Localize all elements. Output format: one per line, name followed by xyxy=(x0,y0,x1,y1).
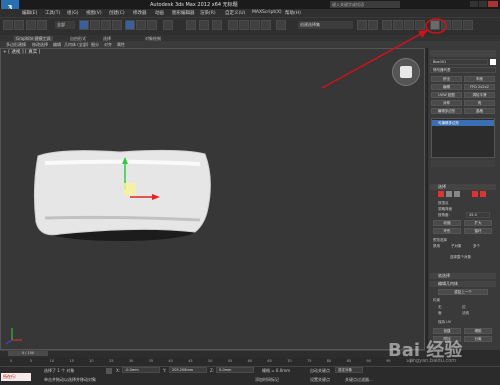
ring-button[interactable]: 环形 xyxy=(433,228,461,234)
annotation-arrow xyxy=(321,29,429,89)
timeline-tick: 65 xyxy=(267,359,272,363)
modifier-symmetry-button[interactable]: 对称 xyxy=(431,100,462,106)
edge-mode-icon[interactable] xyxy=(446,191,452,197)
timeline-tick: 15 xyxy=(69,359,74,363)
command-panel-tabs[interactable] xyxy=(430,50,496,57)
preview-subobject-radio[interactable]: 子对象 xyxy=(451,244,462,249)
selection-status: 选择了 1 个 对象 xyxy=(44,368,75,373)
preview-multi-radio[interactable]: 多个 xyxy=(473,244,480,249)
create-button[interactable]: 创建 xyxy=(433,328,461,334)
selected-set-dropdown[interactable]: 选定对象 xyxy=(335,367,363,373)
detach-button[interactable]: 分离 xyxy=(464,336,492,342)
timeline-tick: 40 xyxy=(168,359,173,363)
time-slider[interactable]: 0 / 100 xyxy=(8,351,48,356)
track-bar[interactable] xyxy=(0,358,425,366)
polygon-mode-icon[interactable] xyxy=(472,191,478,197)
constraint-none-radio[interactable]: 无 xyxy=(438,305,442,310)
y-label: Y: xyxy=(163,368,167,373)
timeline-tick: 85 xyxy=(346,359,352,363)
element-mode-icon[interactable] xyxy=(480,191,486,197)
watermark-url: jingyan.baidu.com xyxy=(410,358,457,364)
selection-rollout[interactable]: 选择 xyxy=(430,184,496,190)
timeline-tick: 0 xyxy=(10,359,13,363)
timeline-tick: 90 xyxy=(366,359,371,363)
constraint-normal-radio[interactable]: 法线 xyxy=(462,311,469,316)
lock-selection-icon[interactable] xyxy=(106,368,112,374)
timeline-tick: 55 xyxy=(227,359,233,363)
timeline-tick: 5 xyxy=(29,359,33,363)
timeline-tick: 45 xyxy=(188,359,193,363)
soft-selection-rollout[interactable]: 软选择 xyxy=(430,273,496,279)
shrink-button[interactable]: 收缩 xyxy=(433,220,461,226)
x-coordinate-field[interactable]: -0.0mm xyxy=(122,367,160,373)
edit-geometry-rollout[interactable]: 编辑几何体 xyxy=(430,281,496,287)
constraint-face-radio[interactable]: 面 xyxy=(438,311,442,316)
timeline-tick: 35 xyxy=(148,359,154,363)
modifier-shell-button[interactable]: 壳 xyxy=(464,100,495,106)
preview-selection-label: 预览选择 xyxy=(433,238,447,242)
angle-value-field[interactable]: 45.0 xyxy=(466,212,490,218)
timeline-tick: 30 xyxy=(128,359,134,363)
ignore-backfacing-checkbox[interactable]: 忽略背面 xyxy=(438,207,452,212)
modifier-extrude-button[interactable]: 挤出 xyxy=(431,76,462,82)
modifier-lathe-button[interactable]: 车削 xyxy=(464,76,495,82)
timeline-tick: 20 xyxy=(89,359,94,363)
repeat-last-button[interactable]: 重复上一个 xyxy=(438,289,488,295)
timeline-tick: 80 xyxy=(326,359,332,363)
y-coordinate-field[interactable]: 205.208mm xyxy=(169,367,207,373)
annotation-overlay xyxy=(321,18,447,89)
timeline-tick: 70 xyxy=(287,359,292,363)
modifier-turbosmooth-button[interactable]: 涡轮平滑 xyxy=(464,92,495,98)
modifier-lattice-button[interactable]: 晶格 xyxy=(464,108,495,114)
collapse-button[interactable]: 塌陷 xyxy=(464,328,492,334)
stack-item-editable-poly[interactable]: 可编辑多边形 xyxy=(432,120,494,126)
preserve-uvs-checkbox[interactable]: 保持 UV xyxy=(438,320,451,325)
x-label: X: xyxy=(116,368,121,373)
timeline-tick: 75 xyxy=(307,359,312,363)
z-label: Z: xyxy=(210,368,215,373)
timeline-tick: 60 xyxy=(247,359,253,363)
maxscript-listener[interactable]: 所在行: xyxy=(1,373,31,381)
modifier-list-dropdown[interactable]: 修改器列表 xyxy=(430,67,496,73)
modifier-edit-poly-button[interactable]: 编辑多边形 xyxy=(431,108,462,114)
modifier-ffd-button[interactable]: FFD 2x2x2 xyxy=(464,84,495,90)
constraint-edge-radio[interactable]: 边 xyxy=(462,305,466,310)
set-key-label[interactable]: 设置关键点 xyxy=(310,377,330,383)
selection-info-text: 选择整个对象 xyxy=(450,255,471,259)
annotation-circle xyxy=(425,18,447,34)
vertex-mode-icon[interactable] xyxy=(438,191,444,197)
modifier-edit-button[interactable]: 编辑 xyxy=(431,84,462,90)
timeline-tick: 50 xyxy=(208,359,213,363)
timeline-tick: 10 xyxy=(49,359,55,363)
grow-button[interactable]: 扩大 xyxy=(464,220,492,226)
z-coordinate-field[interactable]: 0.0mm xyxy=(216,367,254,373)
border-mode-icon[interactable] xyxy=(454,191,460,197)
by-vertex-checkbox[interactable]: 按顶点 xyxy=(438,201,449,206)
auto-key-label[interactable]: 自动关键点 xyxy=(310,368,330,374)
object-color-swatch[interactable] xyxy=(490,59,496,65)
by-angle-checkbox[interactable]: 按角度: xyxy=(438,213,450,218)
time-slider-bar[interactable] xyxy=(0,350,425,358)
constraints-label: 约束 xyxy=(433,298,440,302)
timeline-tick: 25 xyxy=(109,359,114,363)
object-name-field[interactable]: Box001 xyxy=(430,59,488,65)
prompt-line: 单击并拖动以选择并移动对象 xyxy=(44,377,96,382)
modifier-uvw-button[interactable]: UVW 贴图 xyxy=(431,92,462,98)
stack-toolbar[interactable] xyxy=(431,160,495,167)
key-filters-button[interactable]: 关键点过滤器... xyxy=(345,377,373,383)
grid-size-text: 栅格 = 0.0mm xyxy=(262,368,291,373)
loop-button[interactable]: 循环 xyxy=(464,228,492,234)
add-time-tag-button[interactable]: 添加时间标记 xyxy=(255,377,279,383)
preview-off-radio[interactable]: 禁用 xyxy=(433,244,440,249)
